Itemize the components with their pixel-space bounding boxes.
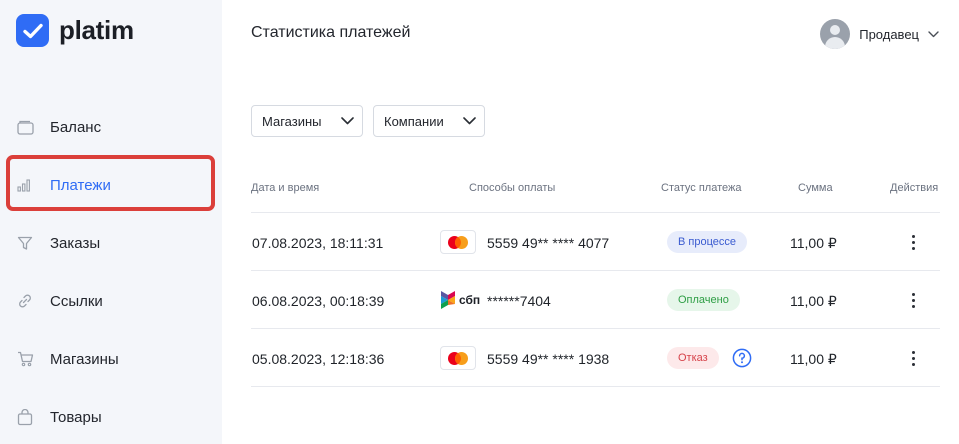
column-header-payment-method[interactable]: Способы оплаты <box>469 182 555 194</box>
chevron-down-icon <box>463 112 476 130</box>
status-badge: В процессе <box>667 231 747 253</box>
shops-filter-label: Магазины <box>262 113 322 129</box>
sidebar-item-orders[interactable]: Заказы <box>16 225 212 261</box>
filter-icon <box>16 234 34 252</box>
sidebar-item-label: Магазины <box>50 350 119 368</box>
shops-filter-select[interactable]: Магазины <box>251 105 363 137</box>
table-row[interactable]: 07.08.2023, 18:11:31 5559 49** **** 4077… <box>251 213 940 271</box>
sidebar-item-balance[interactable]: Баланс <box>16 109 212 145</box>
card-number: 5559 49** **** 1938 <box>487 351 610 367</box>
sidebar-item-products[interactable]: Товары <box>16 399 212 435</box>
sidebar-item-label: Баланс <box>50 118 102 136</box>
payment-amount: 11,00 ₽ <box>790 351 837 367</box>
sidebar-item-label: Заказы <box>50 234 101 252</box>
question-circle-icon[interactable] <box>732 348 752 368</box>
column-header-datetime[interactable]: Дата и время <box>251 182 319 194</box>
companies-filter-select[interactable]: Компании <box>373 105 485 137</box>
column-header-status[interactable]: Статус платежа <box>661 182 741 194</box>
cart-icon <box>16 350 34 368</box>
user-name: Продавец <box>859 26 919 42</box>
page-title: Статистика платежей <box>251 24 411 41</box>
column-header-actions: Действия <box>890 182 939 194</box>
avatar <box>820 19 851 49</box>
sbp-label: сбп <box>459 293 481 307</box>
wallet-icon <box>16 118 34 136</box>
link-icon <box>16 292 34 310</box>
mastercard-icon <box>440 230 476 254</box>
sidebar: platim Баланс Платежи Заказы Ссылки Мага… <box>0 0 222 444</box>
brand-name: platim <box>59 15 134 45</box>
user-menu[interactable]: Продавец <box>820 19 939 49</box>
chevron-down-icon <box>928 25 939 43</box>
payment-amount: 11,00 ₽ <box>790 235 837 251</box>
checkmark-logo-icon <box>16 14 49 47</box>
sidebar-item-links[interactable]: Ссылки <box>16 283 212 319</box>
payment-amount: 11,00 ₽ <box>790 293 837 309</box>
logo[interactable]: platim <box>16 14 134 47</box>
payment-datetime: 07.08.2023, 18:11:31 <box>252 235 384 251</box>
more-actions-icon[interactable] <box>903 345 923 371</box>
account-number: ******7404 <box>487 293 551 309</box>
table-row[interactable]: 06.08.2023, 00:18:39 сбп ******7404 Опла… <box>251 271 940 329</box>
mastercard-icon <box>440 346 476 370</box>
more-actions-icon[interactable] <box>903 229 923 255</box>
payment-datetime: 06.08.2023, 00:18:39 <box>252 293 385 309</box>
highlight-frame <box>6 155 215 211</box>
table-row[interactable]: 05.08.2023, 12:18:36 5559 49** **** 1938… <box>251 329 940 387</box>
more-actions-icon[interactable] <box>903 287 923 313</box>
status-badge: Оплачено <box>667 289 740 311</box>
sbp-icon: сбп <box>440 289 486 311</box>
sidebar-item-label: Ссылки <box>50 292 103 310</box>
card-number: 5559 49** **** 4077 <box>487 235 610 251</box>
column-header-amount[interactable]: Сумма <box>798 182 833 194</box>
chevron-down-icon <box>341 112 354 130</box>
status-badge: Отказ <box>667 347 719 369</box>
payment-datetime: 05.08.2023, 12:18:36 <box>252 351 385 367</box>
sidebar-item-label: Товары <box>50 408 102 426</box>
app-window: platim Баланс Платежи Заказы Ссылки Мага… <box>0 0 959 444</box>
sidebar-item-shops[interactable]: Магазины <box>16 341 212 377</box>
companies-filter-label: Компании <box>384 113 444 129</box>
bag-icon <box>16 408 34 426</box>
